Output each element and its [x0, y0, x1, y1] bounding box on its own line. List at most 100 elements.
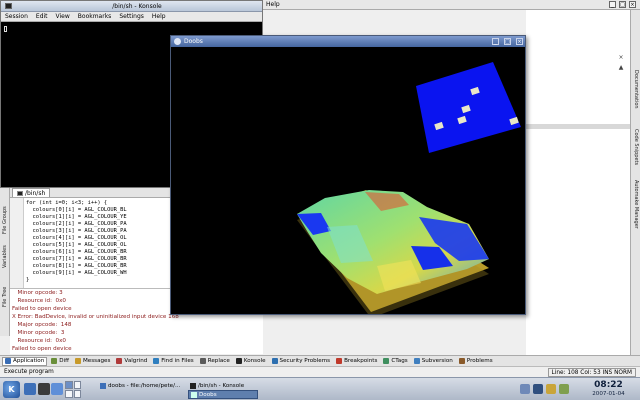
output-line: Resource id: 0x0 [14, 338, 66, 344]
menu-view[interactable]: View [56, 13, 70, 20]
terminal-icon [17, 190, 23, 196]
tool-tab-icon [458, 358, 465, 364]
code-line: colours[1][i] = AGL_COLOUR_YE [26, 214, 127, 220]
status-message: Execute program [4, 369, 54, 375]
terminal-icon [5, 3, 12, 9]
menu-bookmarks[interactable]: Bookmarks [78, 13, 112, 20]
task-konsole[interactable]: /bin/sh - Konsole [188, 381, 258, 390]
editor-tab[interactable]: /bin/sh [12, 188, 51, 197]
close-pane-icon[interactable]: × [616, 54, 626, 62]
terrain-render [297, 62, 521, 318]
terminal-icon[interactable] [38, 383, 50, 395]
close-icon[interactable]: × [516, 38, 523, 45]
tool-tab-problems[interactable]: Problems [457, 357, 495, 366]
menu-settings[interactable]: Settings [119, 13, 144, 20]
tool-tab-icon [153, 358, 160, 364]
tool-tab-breakpoints[interactable]: Breakpoints [334, 357, 379, 366]
code-line: } [26, 277, 30, 283]
code-line: colours[6][i] = AGL_COLOUR_BR [26, 249, 127, 255]
task-label: doobs - file:/home/pete/... [108, 382, 181, 389]
volume-icon[interactable] [546, 384, 556, 394]
tab-file-groups[interactable]: File Groups [0, 202, 10, 238]
tool-tab-label: Replace [207, 358, 230, 364]
menu-edit[interactable]: Edit [36, 13, 48, 20]
folder-icon [100, 382, 106, 389]
tool-tab-icon [199, 358, 206, 364]
code-line: colours[7][i] = AGL_COLOUR_BR [26, 256, 127, 262]
desktop-4[interactable] [73, 390, 81, 398]
tool-tab-diff[interactable]: Diff [49, 357, 71, 366]
task-doobs[interactable]: Doobs [188, 390, 258, 399]
konsole-title: /bin/sh - Konsole [112, 2, 162, 10]
code-editor[interactable]: for (int i=0; i<3; i++) { colours[0][i] … [10, 198, 170, 288]
tab-code-snippets[interactable]: Code Snippets [631, 122, 640, 172]
home-folder-icon[interactable] [24, 383, 36, 395]
clock-time: 08:22 [594, 380, 623, 390]
tool-tab-label: Subversion [421, 358, 453, 364]
menu-session[interactable]: Session [5, 13, 28, 20]
konsole-menubar: Session Edit View Bookmarks Settings Hel… [1, 12, 262, 22]
browser-icon[interactable] [51, 383, 63, 395]
editor-gutter [10, 198, 24, 288]
desktop-3[interactable] [65, 390, 73, 398]
output-line: Major opcode: 148 [14, 322, 72, 328]
code-line: colours[4][i] = AGL_COLOUR_OL [26, 235, 127, 241]
tool-tab-ctags[interactable]: CTags [381, 357, 409, 366]
clipboard-icon[interactable] [520, 384, 530, 394]
minimize-icon[interactable]: _ [492, 38, 499, 45]
desktop-pager[interactable] [65, 381, 81, 398]
doobs-titlebar[interactable]: Doobs _ □ × [171, 36, 525, 47]
kmenu-icon[interactable]: K [3, 381, 20, 398]
konsole-titlebar[interactable]: /bin/sh - Konsole [1, 1, 262, 12]
network-icon[interactable] [533, 384, 543, 394]
minimize-icon[interactable]: _ [609, 1, 616, 8]
left-side-tabs: File Groups Variables File Tree [0, 188, 10, 336]
tool-tab-subversion[interactable]: Subversion [412, 357, 455, 366]
desktop-2[interactable] [73, 381, 81, 389]
editor-tabbar: /bin/sh [10, 188, 170, 198]
clock[interactable]: 08:22 2007-01-04 [581, 380, 636, 399]
kdevelop-menubar: Help _ □ × [263, 0, 640, 10]
code-line: colours[0][i] = AGL_COLOUR_BL [26, 207, 127, 213]
tab-variables[interactable]: Variables [0, 240, 10, 274]
menu-help-kdevelop[interactable]: Help [263, 1, 280, 8]
tool-tab-replace[interactable]: Replace [198, 357, 232, 366]
tool-tab-icon [235, 358, 242, 364]
update-icon[interactable] [559, 384, 569, 394]
tool-tab-label: CTags [391, 358, 408, 364]
output-line: Resource id: 0x0 [14, 298, 66, 304]
tool-tab-messages[interactable]: Messages [73, 357, 112, 366]
tool-tab-find-in-files[interactable]: Find in Files [151, 357, 195, 366]
status-bar: Execute program Line: 108 Col: 53 INS NO… [0, 366, 640, 377]
tab-file-tree[interactable]: File Tree [0, 282, 10, 312]
tool-tab-konsole[interactable]: Konsole [234, 357, 268, 366]
right-side-tabs: Documentation Code Snippets Automake Man… [630, 10, 640, 366]
tool-tab-application[interactable]: Application [2, 356, 48, 366]
task-doobs-folder[interactable]: doobs - file:/home/pete/... [98, 381, 188, 390]
kde-taskbar: K doobs - file:/home/pete/... /bin/sh - … [0, 377, 640, 400]
opengl-viewport[interactable] [171, 47, 525, 318]
output-line: X Error: BadDevice, invalid or uninitial… [12, 314, 179, 320]
tool-tab-icon [116, 358, 123, 364]
close-icon[interactable]: × [629, 1, 636, 8]
window-menu-icon[interactable] [174, 38, 181, 45]
tab-automake-manager[interactable]: Automake Manager [631, 174, 640, 234]
menu-help[interactable]: Help [152, 13, 166, 20]
scroll-up-icon[interactable]: ▲ [616, 64, 626, 72]
tool-tab-icon [336, 358, 343, 364]
maximize-icon[interactable]: □ [619, 1, 626, 8]
code-line: colours[3][i] = AGL_COLOUR_PA [26, 228, 127, 234]
tool-tab-security-problems[interactable]: Security Problems [270, 357, 333, 366]
desktop-1[interactable] [65, 381, 73, 389]
terminal-cursor [4, 26, 7, 32]
editor-tab-label: /bin/sh [25, 189, 46, 197]
documentation-pane [526, 10, 630, 366]
tool-tab-valgrind[interactable]: Valgrind [114, 357, 149, 366]
selected-row[interactable] [526, 124, 630, 129]
maximize-icon[interactable]: □ [504, 38, 511, 45]
tool-tab-label: Application [13, 358, 45, 364]
tab-documentation[interactable]: Documentation [631, 58, 640, 120]
tool-tab-icon [413, 358, 420, 364]
output-line: Minor opcode: 3 [14, 290, 63, 296]
tool-tab-label: Messages [82, 358, 111, 364]
